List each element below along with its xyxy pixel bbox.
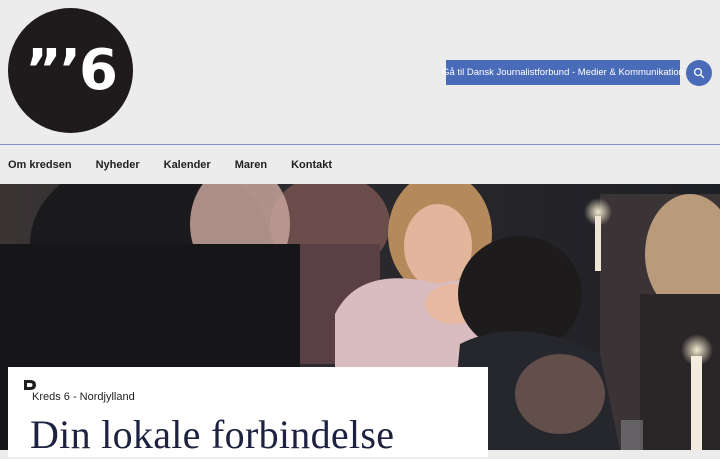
kreds6-logo[interactable]: ”’6 xyxy=(8,8,133,133)
nav-item-nyheder[interactable]: Nyheder xyxy=(96,159,140,171)
go-to-dj-button[interactable]: Gå til Dansk Journalistforbund - Medier … xyxy=(442,60,684,85)
nav-item-kontakt[interactable]: Kontakt xyxy=(291,159,332,171)
site-header: ”’6 Gå til Dansk Journalistforbund - Med… xyxy=(0,0,720,145)
nav-item-om-kredsen[interactable]: Om kredsen xyxy=(8,159,72,171)
nav-item-maren[interactable]: Maren xyxy=(235,159,267,171)
hero-card: Kreds 6 - Nordjylland Din lokale forbind… xyxy=(8,367,488,457)
nav-item-kalender[interactable]: Kalender xyxy=(164,159,211,171)
kreds6-logo-icon: ”’6 xyxy=(24,37,118,103)
search-button[interactable] xyxy=(686,60,712,86)
go-to-dj-label: Gå til Dansk Journalistforbund - Medier … xyxy=(442,67,684,78)
main-nav: Om kredsen Nyheder Kalender Maren Kontak… xyxy=(0,146,720,184)
hero-card-label: Kreds 6 - Nordjylland xyxy=(32,391,135,403)
dj-mark-icon xyxy=(24,380,36,390)
hero-card-title: Din lokale forbindelse xyxy=(30,412,395,457)
search-icon xyxy=(693,67,705,79)
